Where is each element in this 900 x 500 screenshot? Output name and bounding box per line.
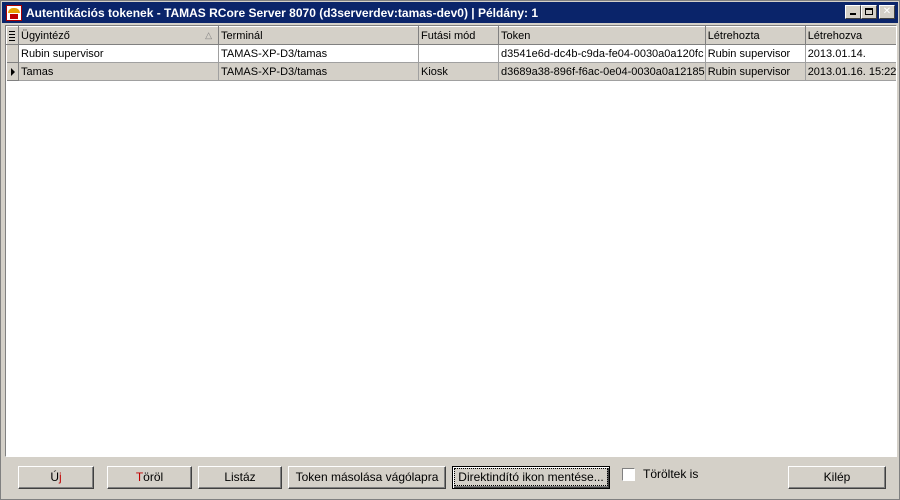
cell-futasi-mod[interactable]: Kiosk [418, 62, 499, 81]
exit-button[interactable]: Kilép [788, 466, 886, 489]
deleted-too-checkbox[interactable] [622, 467, 635, 481]
col-header-token[interactable]: Token [498, 26, 706, 45]
maximize-icon[interactable] [861, 5, 877, 19]
close-icon[interactable]: ✕ [879, 5, 895, 19]
col-header-terminal[interactable]: Terminál [218, 26, 419, 45]
col-header-letrehozta[interactable]: Létrehozta [704, 26, 806, 45]
col-header-letrehozva[interactable]: Létrehozva [804, 26, 896, 45]
cell-terminal[interactable]: TAMAS-XP-D3/tamas [218, 62, 419, 81]
cell-token[interactable]: d3689a38-896f-f6ac-0e04-0030a0a12185 [498, 62, 706, 81]
cell-ugyintezo[interactable]: Rubin supervisor [18, 44, 219, 63]
button-bar: Új Töröl Listáz Token másolása vágólapra… [5, 459, 897, 497]
row-indicator[interactable] [6, 62, 19, 81]
tokens-table: Ügyintéző △ Terminál Futási mód Token Lét… [6, 26, 896, 81]
table-row[interactable]: Rubin supervisor TAMAS-XP-D3/tamas d3541… [6, 44, 896, 63]
app-icon [6, 4, 22, 21]
row-indicator-header[interactable] [6, 26, 19, 45]
deleted-too-label[interactable]: Töröltek is [643, 467, 698, 481]
tokens-grid[interactable]: Ügyintéző △ Terminál Futási mód Token Lét… [5, 25, 897, 457]
cell-ugyintezo[interactable]: Tamas [18, 62, 219, 81]
cell-futasi-mod[interactable] [418, 44, 499, 63]
delete-button-label: Töröl [135, 470, 164, 484]
main-window: Autentikációs tokenek - TAMAS RCore Serv… [0, 0, 900, 500]
title-bar[interactable]: Autentikációs tokenek - TAMAS RCore Serv… [2, 2, 898, 23]
cell-letrehozva[interactable]: 2013.01.16. 15:22:0 [805, 62, 896, 81]
delete-button[interactable]: Töröl [107, 466, 192, 489]
save-shortcut-button[interactable]: Direktindító ikon mentése... [452, 466, 610, 489]
current-row-arrow-icon [10, 67, 15, 76]
window-controls: ✕ [845, 5, 895, 19]
cell-letrehozta[interactable]: Rubin supervisor [705, 62, 806, 81]
cell-token[interactable]: d3541e6d-dc4b-c9da-fe04-0030a0a120fc [498, 44, 706, 63]
col-header-ugyintezo[interactable]: Ügyintéző △ [18, 26, 219, 45]
sort-ascending-icon: △ [205, 30, 212, 40]
table-row-selected[interactable]: Tamas TAMAS-XP-D3/tamas Kiosk d3689a38-8… [6, 62, 896, 81]
minimize-icon[interactable] [845, 5, 861, 19]
col-header-futasi-mod[interactable]: Futási mód [418, 26, 499, 45]
row-indicator[interactable] [6, 44, 19, 63]
header-row: Ügyintéző △ Terminál Futási mód Token Lét… [6, 26, 896, 45]
new-button[interactable]: Új [18, 466, 94, 489]
cell-letrehozta[interactable]: Rubin supervisor [705, 44, 806, 63]
cell-letrehozva[interactable]: 2013.01.14. [805, 44, 896, 63]
list-button[interactable]: Listáz [198, 466, 282, 489]
deleted-too-checkbox-wrap[interactable]: Töröltek is [622, 466, 698, 482]
column-chooser-icon [9, 30, 15, 41]
cell-terminal[interactable]: TAMAS-XP-D3/tamas [218, 44, 419, 63]
copy-token-button[interactable]: Token másolása vágólapra [288, 466, 446, 489]
new-button-label: Új [50, 470, 62, 484]
window-title: Autentikációs tokenek - TAMAS RCore Serv… [26, 5, 538, 20]
